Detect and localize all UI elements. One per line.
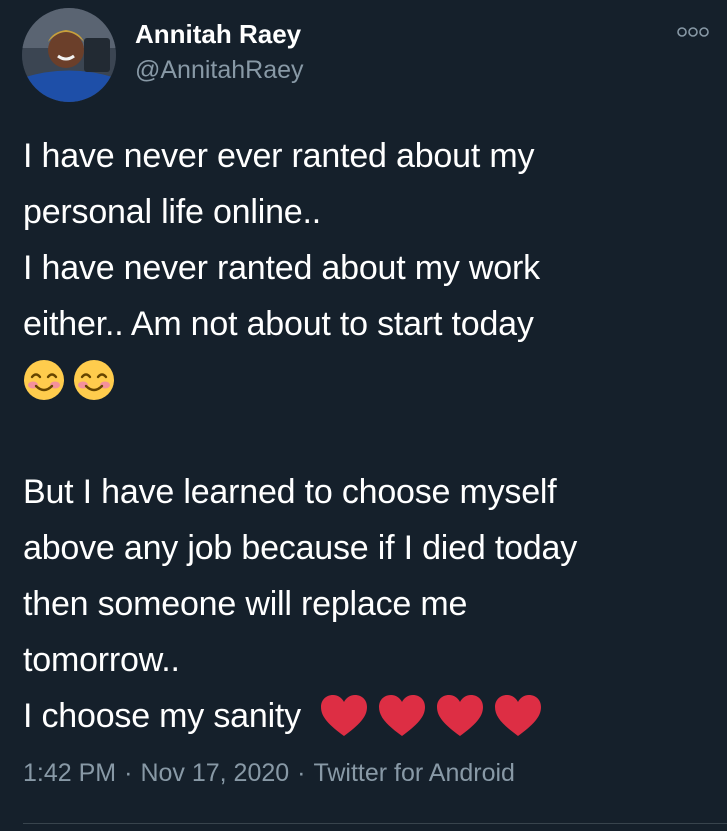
tweet-meta: 1:42 PM · Nov 17, 2020 · Twitter for Android <box>23 756 515 790</box>
tweet-card: Annitah Raey @AnnitahRaey I have never e… <box>0 0 727 831</box>
more-options-button[interactable] <box>673 22 713 42</box>
tweet-line: I have never ranted about my work <box>23 249 540 287</box>
tweet-line: I choose my sanity <box>23 697 301 735</box>
smiling-face-emoji-icon <box>24 360 64 400</box>
tweet-line: I have never ever ranted about my <box>23 137 535 175</box>
divider <box>23 823 727 824</box>
tweet-line: then someone will replace me <box>23 585 468 623</box>
red-heart-icon <box>378 695 425 736</box>
tweet-line: personal life online.. <box>23 193 322 231</box>
tweet-text: I have never ever ranted about my person… <box>23 128 713 744</box>
user-handle[interactable]: @AnnitahRaey <box>135 54 304 86</box>
red-heart-icon <box>320 695 367 736</box>
display-name[interactable]: Annitah Raey <box>135 18 304 50</box>
tweet-date[interactable]: Nov 17, 2020 <box>140 759 289 787</box>
tweet-time[interactable]: 1:42 PM <box>23 759 116 787</box>
emoji-row <box>23 352 713 408</box>
tweet-source[interactable]: Twitter for Android <box>313 759 514 787</box>
user-info: Annitah Raey @AnnitahRaey <box>135 18 304 86</box>
red-heart-icon <box>494 695 541 736</box>
meta-separator: · <box>297 759 306 787</box>
tweet-line: above any job because if I died today <box>23 529 577 567</box>
smiling-face-emoji-icon <box>74 360 114 400</box>
tweet-line: either.. Am not about to start today <box>23 305 534 343</box>
avatar-image <box>22 8 116 102</box>
avatar[interactable] <box>22 8 116 102</box>
red-heart-icon <box>436 695 483 736</box>
last-line: I choose my sanity <box>23 688 713 744</box>
tweet-line: But I have learned to choose myself <box>23 473 557 511</box>
tweet-line: tomorrow.. <box>23 641 180 679</box>
meta-separator: · <box>124 759 133 787</box>
more-options-icon <box>677 27 709 37</box>
